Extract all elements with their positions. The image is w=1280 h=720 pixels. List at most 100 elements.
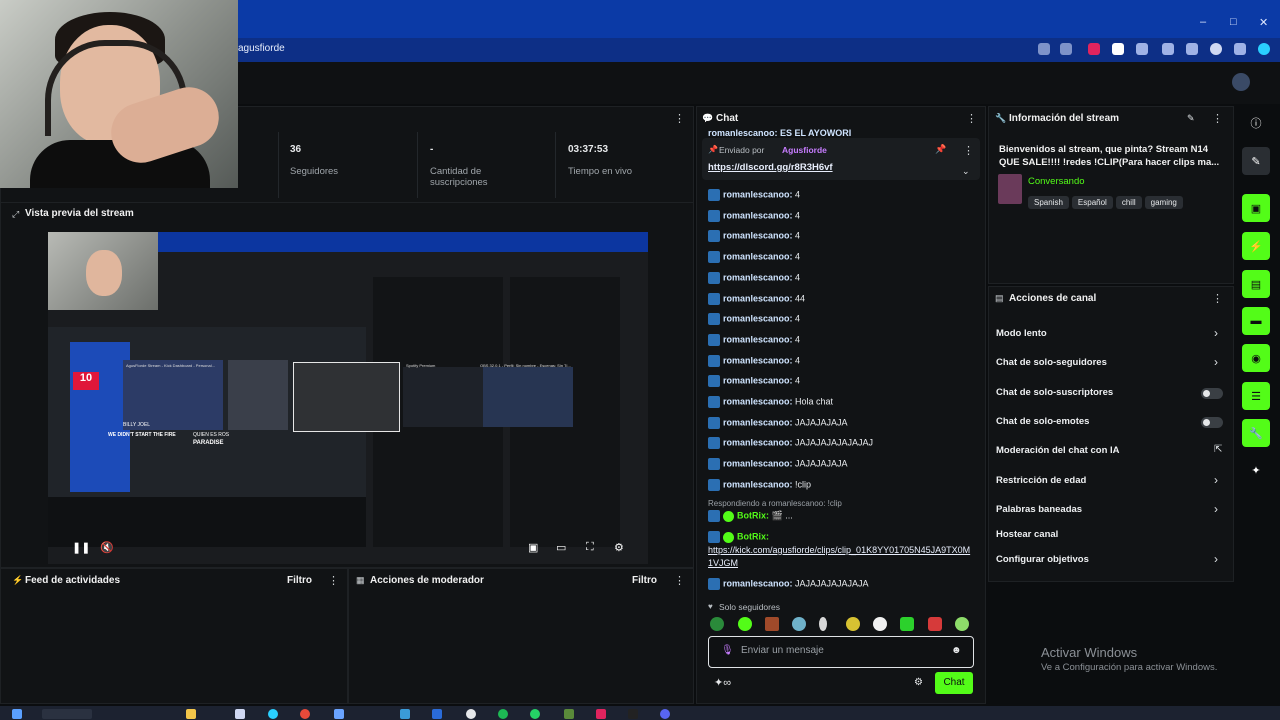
chat-username[interactable]: romanlescanoo <box>723 334 790 344</box>
theater-icon[interactable]: ▭ <box>556 541 566 554</box>
channel-action-item[interactable]: Moderación del chat con IA <box>996 445 1120 456</box>
channel-action-item[interactable]: Hostear canal <box>996 529 1058 540</box>
chevron-right-icon[interactable]: › <box>1214 502 1218 516</box>
chat-username[interactable]: romanlescanoo <box>723 251 790 261</box>
taskbar-app-icon[interactable] <box>466 709 476 719</box>
fullscreen-icon[interactable]: ⛶ <box>586 541 594 554</box>
search-box[interactable] <box>42 709 92 719</box>
chat-message[interactable]: romanlescanoo: 4 <box>708 333 800 346</box>
channel-action-item[interactable]: Chat de solo-suscriptores <box>996 387 1113 398</box>
taskbar-app-icon[interactable] <box>564 709 574 719</box>
external-link-icon[interactable]: ⇱ <box>1214 444 1222 455</box>
pause-icon[interactable]: ❚❚ <box>72 541 90 554</box>
pip-icon[interactable]: ▣ <box>528 541 538 554</box>
unpin-icon[interactable]: 📌 <box>935 144 946 155</box>
taskbar-app-icon[interactable] <box>498 709 508 719</box>
chevron-right-icon[interactable]: › <box>1214 552 1218 566</box>
kebab-icon[interactable]: ⋮ <box>674 574 685 587</box>
edit-icon[interactable]: ✎ <box>1242 147 1270 175</box>
channel-action-item[interactable]: Palabras baneadas <box>996 504 1082 515</box>
emote-icon[interactable] <box>710 617 724 631</box>
chat-username[interactable]: romanlescanoo <box>723 376 790 386</box>
emote-icon[interactable] <box>846 617 860 631</box>
extension-icon[interactable] <box>1162 43 1174 55</box>
chevron-down-icon[interactable]: ⌄ <box>962 166 970 177</box>
copilot-icon[interactable] <box>1258 43 1270 55</box>
camera-icon[interactable]: ▣ <box>1242 194 1270 222</box>
taskbar-app-icon[interactable] <box>186 709 196 719</box>
chat-username[interactable]: romanlescanoo <box>723 578 790 588</box>
extension-icon[interactable] <box>1088 43 1100 55</box>
kebab-icon[interactable]: ⋮ <box>328 574 339 587</box>
wrench-icon[interactable]: 🔧 <box>1242 419 1270 447</box>
emote-icon[interactable] <box>765 617 779 631</box>
avatar[interactable] <box>1232 73 1250 91</box>
stack-icon[interactable]: ☰ <box>1242 382 1270 410</box>
taskbar-app-icon[interactable] <box>660 709 670 719</box>
chat-message[interactable]: romanlescanoo: 44 <box>708 292 805 305</box>
chat-username[interactable]: romanlescanoo <box>723 189 790 199</box>
kebab-icon[interactable]: ⋮ <box>674 112 685 125</box>
chat-message[interactable]: romanlescanoo: 4 <box>708 209 800 222</box>
kebab-icon[interactable]: ⋮ <box>1212 112 1223 125</box>
emote-icon[interactable] <box>873 617 887 631</box>
chat-message[interactable]: romanlescanoo: !clip <box>708 478 811 491</box>
chat-message[interactable]: romanlescanoo: Hola chat <box>708 396 833 408</box>
taskbar-app-icon[interactable] <box>432 709 442 719</box>
pinned-link[interactable]: https://dlscord.gg/r8R3H6vf <box>708 162 833 173</box>
extension-icon[interactable] <box>1136 43 1148 55</box>
mic-icon[interactable]: 🎙 <box>721 645 734 656</box>
chat-username[interactable]: romanlescanoo <box>723 458 790 468</box>
clip-link[interactable]: https://kick.com/agusfiorde/clips/clip_0… <box>708 544 974 570</box>
chat-message[interactable]: BotRix: 🎬 ... <box>708 510 793 522</box>
chevron-right-icon[interactable]: › <box>1214 326 1218 340</box>
chat-message[interactable]: romanlescanoo: JAJAJAJAJAJAJA <box>708 578 869 590</box>
chat-username[interactable]: romanlescanoo <box>723 396 790 406</box>
chat-message[interactable]: BotRix: <box>708 531 769 543</box>
pinned-by-user[interactable]: Agusfiorde <box>782 145 827 155</box>
chat-settings-icon[interactable]: ⚙ <box>914 677 923 688</box>
taskbar-app-icon[interactable] <box>596 709 606 719</box>
kebab-icon[interactable]: ⋮ <box>963 144 974 157</box>
taskbar-app-icon[interactable] <box>334 709 344 719</box>
taskbar-app-icon[interactable] <box>628 709 638 719</box>
chat-username[interactable]: romanlescanoo <box>723 231 790 241</box>
taskbar-app-icon[interactable] <box>530 709 540 719</box>
bolt-icon[interactable]: ⚡ <box>1242 232 1270 260</box>
close-window-button[interactable]: ✕ <box>1259 16 1268 29</box>
taskbar-app-icon[interactable] <box>300 709 310 719</box>
emote-icon[interactable] <box>900 617 914 631</box>
emote-icon[interactable] <box>928 617 942 631</box>
activity-filter-button[interactable]: Filtro <box>287 575 312 586</box>
tag[interactable]: Español <box>1071 196 1113 209</box>
toggle-switch[interactable] <box>1201 417 1223 428</box>
category-name[interactable]: Conversando <box>1028 176 1085 187</box>
chat-message[interactable]: romanlescanoo: 4 <box>708 251 800 264</box>
settings-icon[interactable]: ⚙ <box>614 541 624 554</box>
favorites-icon[interactable] <box>1186 43 1198 55</box>
channel-action-item[interactable]: Chat de solo-seguidores <box>996 357 1107 368</box>
translate-icon[interactable] <box>1038 43 1050 55</box>
emote-icon[interactable] <box>955 617 969 631</box>
chat-message[interactable]: romanlescanoo: 4 <box>708 354 800 367</box>
channel-action-item[interactable]: Configurar objetivos <box>996 554 1089 565</box>
category-thumbnail[interactable] <box>998 174 1022 204</box>
chat-username[interactable]: romanlescanoo <box>723 272 790 282</box>
emoji-icon[interactable]: ☻ <box>951 645 962 656</box>
emote-icon[interactable] <box>819 617 827 631</box>
channel-action-item[interactable]: Restricción de edad <box>996 475 1086 486</box>
taskbar-app-icon[interactable] <box>400 709 410 719</box>
start-icon[interactable] <box>12 709 22 719</box>
taskbar-app-icon[interactable] <box>268 709 278 719</box>
chat-username[interactable]: BotRix: <box>737 510 769 520</box>
chat-username[interactable]: romanlescanoo <box>723 417 790 427</box>
chat-username[interactable]: romanlescanoo <box>723 210 790 220</box>
kebab-icon[interactable]: ⋮ <box>966 112 977 125</box>
shapes-icon[interactable]: ✦ <box>1242 456 1270 484</box>
chat-username[interactable]: romanlescanoo <box>723 479 790 489</box>
chat-message[interactable]: romanlescanoo: 4 <box>708 271 800 284</box>
stream-preview-video[interactable]: 10 AgusFiorde Stream - Kick Dashboard - … <box>48 232 648 564</box>
emote-icon[interactable] <box>792 617 806 631</box>
chat-username[interactable]: romanlescanoo <box>723 314 790 324</box>
chat-username[interactable]: romanlescanoo <box>723 355 790 365</box>
